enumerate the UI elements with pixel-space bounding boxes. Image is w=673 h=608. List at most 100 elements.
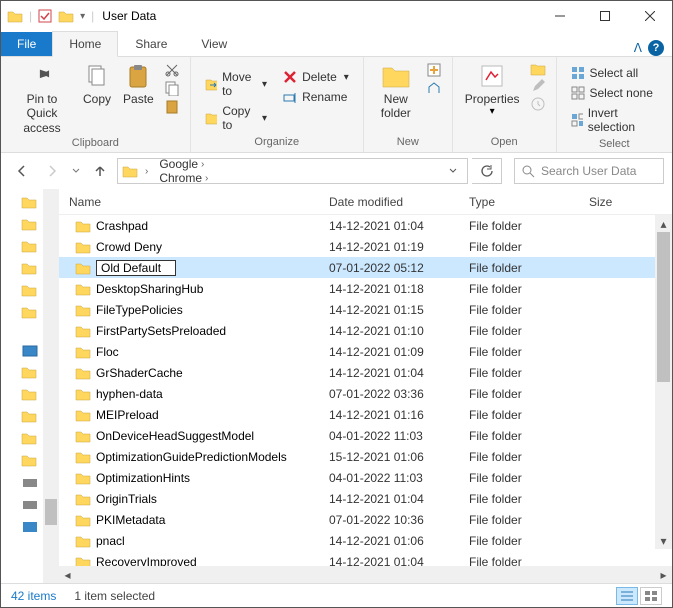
- rename-input[interactable]: Old Default: [96, 260, 176, 276]
- title-bar: | ▾ | User Data: [1, 1, 672, 31]
- cut-icon[interactable]: [164, 62, 180, 78]
- qat-dropdown[interactable]: ▾: [80, 11, 85, 22]
- copy-icon: [83, 62, 111, 90]
- crumb[interactable]: Google›: [155, 158, 226, 171]
- search-input[interactable]: Search User Data: [514, 158, 664, 184]
- folder-icon-small: [58, 9, 74, 23]
- paste-shortcut-icon[interactable]: [164, 98, 180, 114]
- collapse-ribbon-button[interactable]: ᐱ: [634, 41, 642, 55]
- recent-locations-button[interactable]: [69, 158, 83, 184]
- folder-copy-icon: [205, 111, 218, 125]
- copy-button[interactable]: Copy: [77, 60, 117, 108]
- thumbnails-view-button[interactable]: [640, 587, 662, 605]
- table-row[interactable]: Crowd Deny14-12-2021 01:19File folder: [59, 236, 672, 257]
- table-row[interactable]: DesktopSharingHub14-12-2021 01:18File fo…: [59, 278, 672, 299]
- column-headers[interactable]: Name Date modified Type Size: [59, 189, 672, 215]
- item-count: 42 items: [11, 589, 56, 603]
- table-row[interactable]: FirstPartySetsPreloaded14-12-2021 01:10F…: [59, 320, 672, 341]
- group-clipboard: Pin to Quick access Copy Paste Clipboard: [1, 57, 191, 152]
- forward-button[interactable]: [39, 158, 65, 184]
- selection-count: 1 item selected: [74, 589, 155, 603]
- group-organize: Move to▾ Copy to▾ Delete▾ Rename Organiz…: [191, 57, 364, 152]
- new-folder-icon: [380, 62, 412, 90]
- table-row[interactable]: PKIMetadata07-01-2022 10:36File folder: [59, 509, 672, 530]
- folder-icon: [7, 9, 23, 23]
- select-all-button[interactable]: Select all: [567, 64, 663, 82]
- select-none-icon: [571, 86, 585, 100]
- vertical-scrollbar[interactable]: ▴▾: [655, 215, 672, 549]
- table-row[interactable]: RecoveryImproved14-12-2021 01:04File fol…: [59, 551, 672, 566]
- table-row[interactable]: Floc14-12-2021 01:09File folder: [59, 341, 672, 362]
- copy-to-button[interactable]: Copy to▾: [201, 102, 271, 134]
- status-bar: 42 items 1 item selected: [1, 583, 672, 607]
- ribbon-tabs: File Home Share View ᐱ ?: [1, 31, 672, 57]
- pin-icon: [28, 62, 56, 90]
- tab-share[interactable]: Share: [118, 31, 184, 56]
- move-to-button[interactable]: Move to▾: [201, 68, 271, 100]
- maximize-button[interactable]: [582, 1, 627, 31]
- ribbon: Pin to Quick access Copy Paste Clipboard…: [1, 57, 672, 153]
- table-row[interactable]: hyphen-data07-01-2022 03:36File folder: [59, 383, 672, 404]
- folder-arrow-icon: [205, 77, 217, 91]
- column-date: Date modified: [329, 191, 469, 213]
- content-area: Name Date modified Type Size Crashpad14-…: [1, 189, 672, 583]
- details-view-button[interactable]: [616, 587, 638, 605]
- rename-button[interactable]: Rename: [279, 88, 353, 106]
- refresh-button[interactable]: [472, 158, 502, 184]
- group-new: New folder New: [364, 57, 453, 152]
- copy-path-icon[interactable]: [164, 80, 180, 96]
- new-folder-button[interactable]: New folder: [370, 60, 422, 123]
- group-select: Select all Select none Invert selection …: [557, 57, 673, 152]
- back-button[interactable]: [9, 158, 35, 184]
- table-row[interactable]: MEIPreload14-12-2021 01:16File folder: [59, 404, 672, 425]
- properties-icon: [478, 62, 506, 90]
- table-row[interactable]: OriginTrials14-12-2021 01:04File folder: [59, 488, 672, 509]
- table-row[interactable]: OnDeviceHeadSuggestModel04-01-2022 11:03…: [59, 425, 672, 446]
- up-button[interactable]: [87, 158, 113, 184]
- address-bar: › Local›Google›Chrome›User Data› Search …: [1, 153, 672, 189]
- horizontal-scrollbar[interactable]: ◂▸: [59, 566, 672, 583]
- qat-separator: |: [91, 9, 94, 23]
- breadcrumb-dropdown[interactable]: [443, 166, 463, 176]
- column-name: Name: [69, 191, 329, 213]
- tree-scrollbar[interactable]: [43, 189, 59, 583]
- table-row[interactable]: FileTypePolicies14-12-2021 01:15File fol…: [59, 299, 672, 320]
- paste-icon: [124, 62, 152, 90]
- table-row[interactable]: OptimizationHints04-01-2022 11:03File fo…: [59, 467, 672, 488]
- tab-home[interactable]: Home: [52, 31, 118, 57]
- search-icon: [521, 164, 535, 178]
- open-icon[interactable]: [530, 62, 546, 76]
- history-icon[interactable]: [530, 96, 546, 112]
- invert-selection-button[interactable]: Invert selection: [567, 104, 663, 136]
- pin-to-quick-access-button[interactable]: Pin to Quick access: [7, 60, 77, 137]
- delete-button[interactable]: Delete▾: [279, 68, 353, 86]
- checkbox-icon[interactable]: [38, 9, 52, 23]
- table-row[interactable]: Old Default07-01-2022 05:12File folder: [59, 257, 672, 278]
- window-title: User Data: [102, 9, 156, 23]
- crumb[interactable]: Chrome›: [155, 171, 226, 184]
- properties-button[interactable]: Properties▾: [459, 60, 526, 120]
- edit-icon[interactable]: [530, 78, 546, 94]
- tab-file[interactable]: File: [1, 32, 52, 56]
- table-row[interactable]: Crashpad14-12-2021 01:04File folder: [59, 215, 672, 236]
- navigation-pane[interactable]: [1, 189, 59, 583]
- qat-separator: |: [29, 9, 32, 23]
- new-item-icon[interactable]: [426, 62, 442, 78]
- invert-selection-icon: [571, 113, 583, 127]
- minimize-button[interactable]: [537, 1, 582, 31]
- table-row[interactable]: pnacl14-12-2021 01:06File folder: [59, 530, 672, 551]
- group-open: Properties▾ Open: [453, 57, 557, 152]
- table-row[interactable]: GrShaderCache14-12-2021 01:04File folder: [59, 362, 672, 383]
- help-button[interactable]: ?: [648, 40, 664, 56]
- delete-icon: [283, 70, 297, 84]
- breadcrumb[interactable]: › Local›Google›Chrome›User Data›: [117, 158, 468, 184]
- table-row[interactable]: OptimizationGuidePredictionModels15-12-2…: [59, 446, 672, 467]
- select-none-button[interactable]: Select none: [567, 84, 663, 102]
- paste-button[interactable]: Paste: [117, 60, 160, 108]
- close-button[interactable]: [627, 1, 672, 31]
- tab-view[interactable]: View: [184, 31, 244, 56]
- file-list[interactable]: Crashpad14-12-2021 01:04File folderCrowd…: [59, 215, 672, 566]
- easy-access-icon[interactable]: [426, 80, 442, 96]
- select-all-icon: [571, 66, 585, 80]
- column-type: Type: [469, 191, 589, 213]
